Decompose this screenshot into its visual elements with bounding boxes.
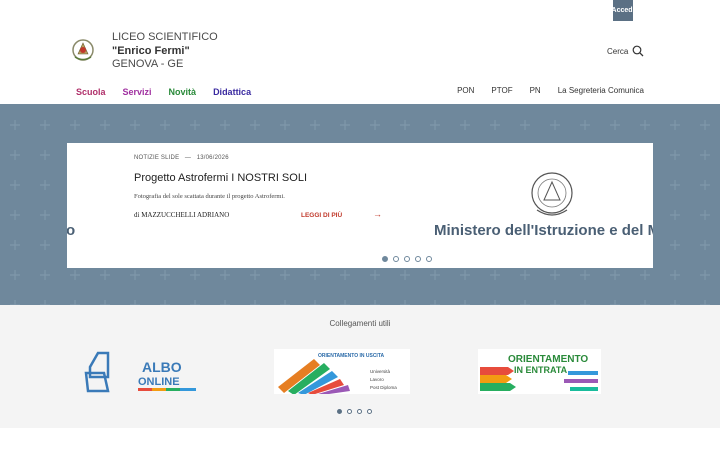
nav-novita[interactable]: Novità	[169, 87, 197, 97]
orientamento-entrata-link[interactable]: ORIENTAMENTO IN ENTRATA	[478, 349, 601, 394]
slide-image-text-right: Ministero dell'Istruzione e del M	[434, 222, 653, 239]
orientamento-uscita-link[interactable]: ORIENTAMENTO IN USCITA Università Lavoro…	[274, 349, 410, 394]
orient-in-title: ORIENTAMENTO	[508, 354, 588, 365]
ministry-emblem-icon	[531, 172, 573, 216]
hero-dot-3[interactable]	[404, 256, 410, 262]
nav-pn[interactable]: PN	[530, 86, 541, 95]
search-icon	[632, 45, 644, 57]
hero-dot-2[interactable]	[393, 256, 399, 262]
arrow-right-icon[interactable]: →	[373, 209, 382, 219]
slide-title[interactable]: Progetto Astrofermi I NOSTRI SOLI	[134, 172, 307, 184]
school-city: GENOVA - GE	[112, 58, 184, 70]
nav-ptof[interactable]: PTOF	[491, 86, 512, 95]
nav-didattica[interactable]: Didattica	[213, 87, 251, 97]
school-type: LICEO SCIENTIFICO	[112, 31, 218, 43]
main-nav: Scuola Servizi Novità Didattica	[76, 87, 251, 97]
links-dot-4[interactable]	[367, 409, 372, 414]
site-header: LICEO SCIENTIFICO "Enrico Fermi" GENOVA …	[0, 24, 720, 104]
secondary-nav: PON PTOF PN La Segreteria Comunica	[457, 86, 644, 95]
page-bottom	[0, 428, 720, 450]
slide-description: Fotografia del sole scattata durante il …	[134, 193, 285, 200]
links-dot-3[interactable]	[357, 409, 362, 414]
slide-category: NOTIZIE SLIDE	[134, 155, 180, 161]
useful-links-section: Collegamenti utili ALBO ONLINE ORIENTAME…	[0, 305, 720, 428]
nav-pon[interactable]: PON	[457, 86, 474, 95]
albo-online-link[interactable]: ALBO ONLINE	[84, 349, 200, 394]
top-bar: Accedi	[0, 0, 720, 24]
orient-out-item-1: Università	[370, 369, 391, 374]
slide-date: 13/06/2026	[196, 155, 229, 161]
orient-out-item-3: Post Diploma	[370, 385, 397, 390]
orient-out-title: ORIENTAMENTO IN USCITA	[318, 353, 385, 359]
hero-section: NOTIZIE SLIDE — 13/06/2026 Progetto Astr…	[0, 104, 720, 305]
nav-segreteria[interactable]: La Segreteria Comunica	[558, 86, 644, 95]
school-title: "Enrico Fermi"	[112, 44, 190, 57]
hero-dot-4[interactable]	[415, 256, 421, 262]
links-pagination	[337, 409, 372, 414]
login-button[interactable]: Accedi	[613, 0, 633, 21]
links-dot-2[interactable]	[347, 409, 352, 414]
hero-pagination	[382, 256, 432, 262]
school-name[interactable]: LICEO SCIENTIFICO "Enrico Fermi" GENOVA …	[112, 31, 218, 72]
news-slide[interactable]: NOTIZIE SLIDE — 13/06/2026 Progetto Astr…	[67, 143, 653, 268]
nav-servizi[interactable]: Servizi	[123, 87, 152, 97]
orient-out-item-2: Lavoro	[370, 377, 384, 382]
slide-author: di MAZZUCCHELLI ADRIANO	[134, 211, 230, 219]
albo-subtitle: ONLINE	[138, 376, 180, 388]
useful-links-title: Collegamenti utili	[329, 319, 391, 328]
slide-meta: NOTIZIE SLIDE — 13/06/2026	[134, 155, 229, 161]
read-more-link[interactable]: LEGGI DI PIÙ	[301, 212, 342, 219]
search-label: Cerca	[607, 46, 629, 56]
nav-scuola[interactable]: Scuola	[76, 87, 106, 97]
search-button[interactable]: Cerca	[607, 45, 644, 57]
hero-dot-5[interactable]	[426, 256, 432, 262]
hero-dot-1[interactable]	[382, 256, 388, 262]
slide-meta-separator: —	[184, 155, 192, 161]
links-dot-1[interactable]	[337, 409, 342, 414]
albo-title: ALBO	[142, 359, 182, 375]
orient-in-title-2: IN ENTRATA	[514, 365, 568, 375]
slide-image-text-left: rito	[67, 222, 76, 239]
republic-emblem-icon[interactable]	[71, 37, 95, 63]
